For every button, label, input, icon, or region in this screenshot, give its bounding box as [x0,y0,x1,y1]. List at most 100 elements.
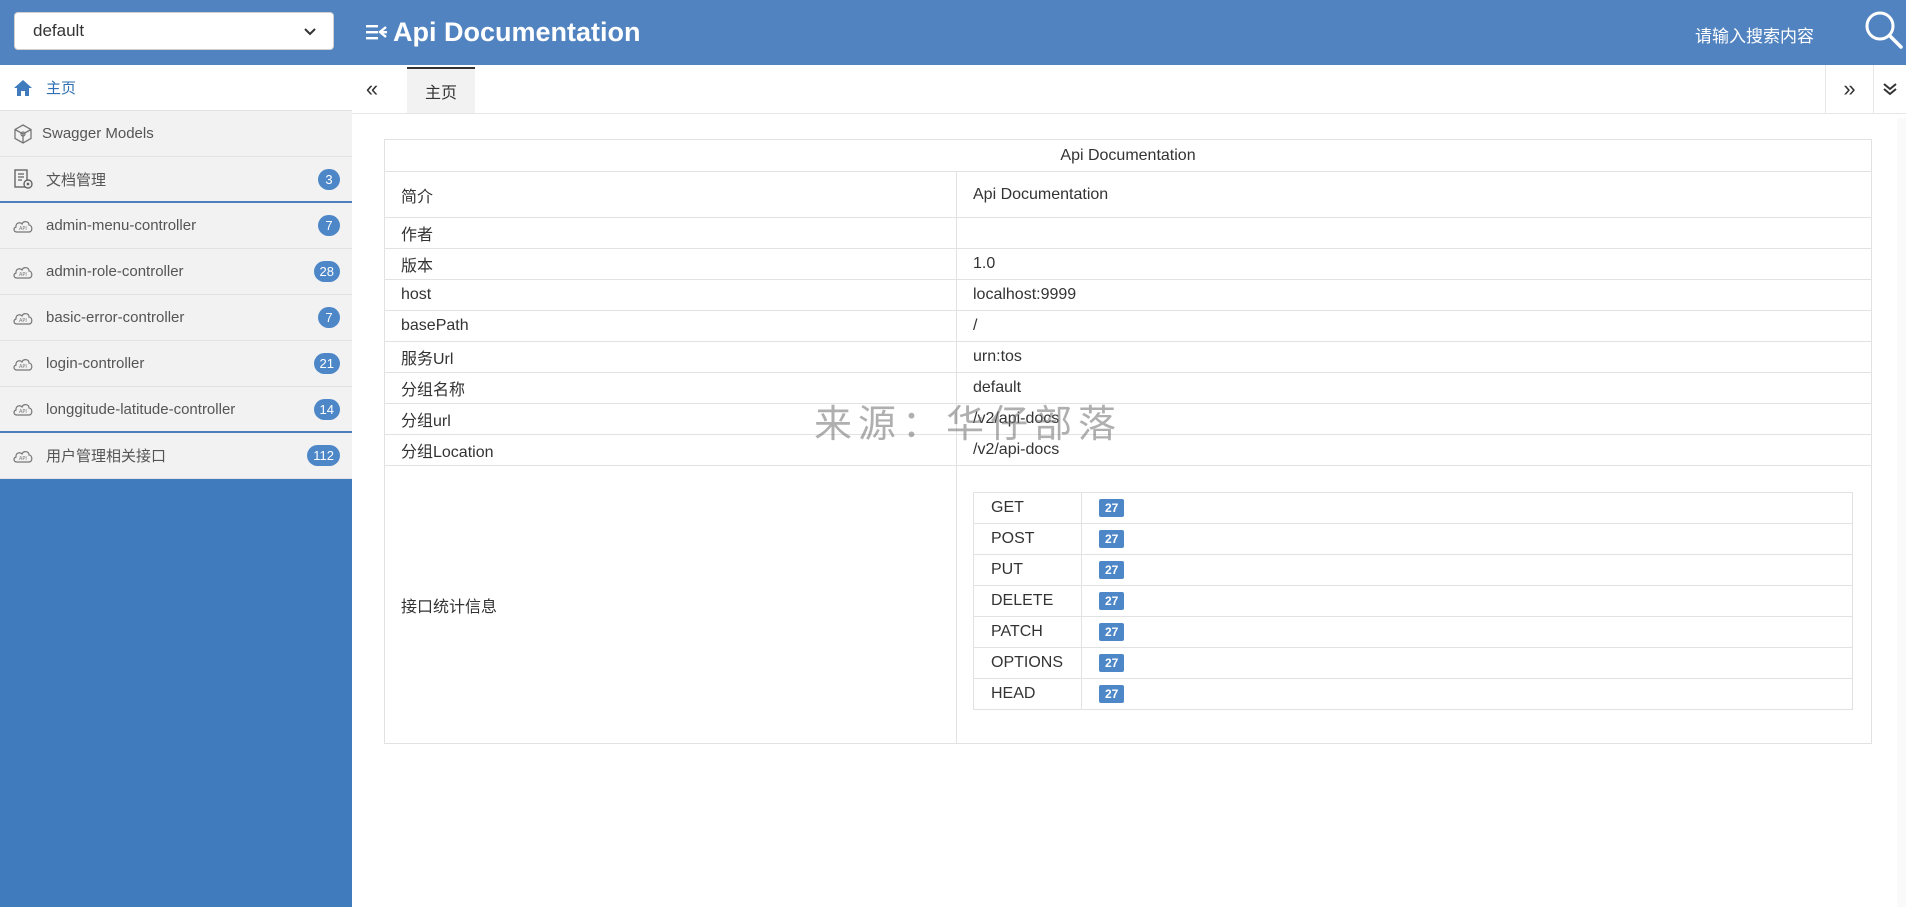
search-icon[interactable] [1862,8,1904,50]
sidebar-item-admin-menu-controller[interactable]: API admin-menu-controller 7 [0,203,352,249]
method-count-cell: 27 [1081,491,1853,524]
sidebar-item-basic-error-controller[interactable]: API basic-error-controller 7 [0,295,352,341]
info-key: host [384,279,957,311]
count-badge: 21 [313,353,340,374]
count-badge: 7 [318,307,340,328]
info-value: / [956,310,1872,342]
tab-home[interactable]: 主页 [407,67,476,113]
count-badge: 112 [307,445,340,466]
table-row: 分组url /v2/api-docs [384,403,1872,435]
count-badge: 27 [1099,684,1125,703]
info-value: Api Documentation [956,171,1872,218]
info-value [956,217,1872,249]
tab-bar: « 主页 » [352,65,1906,114]
api-cloud-icon: API [12,261,34,283]
method-count-cell: 27 [1081,522,1853,555]
brand: Api Documentation [365,14,641,50]
count-badge: 27 [1099,529,1125,548]
table-row: 服务Url urn:tos [384,341,1872,373]
table-row: PATCH 27 [973,615,1853,648]
table-row: HEAD 27 [973,677,1853,710]
table-row: 作者 [384,217,1872,249]
method-count-cell: 27 [1081,553,1853,586]
tab-scroll-left-button[interactable]: « [352,65,392,113]
method-name: PATCH [973,615,1082,648]
method-count-cell: 27 [1081,615,1853,648]
method-count-cell: 27 [1081,646,1853,679]
table-row: basePath / [384,310,1872,342]
group-select[interactable]: default [14,12,334,50]
info-value: urn:tos [956,341,1872,373]
method-name: DELETE [973,584,1082,617]
method-name: OPTIONS [973,646,1082,679]
info-key: 版本 [384,248,957,280]
stats-cell: GET 27 POST 27 PUT 27 DELETE 27 PATCH 27 OPTI… [956,465,1872,744]
sidebar-item-swagger-models[interactable]: Swagger Models [0,111,352,157]
api-cloud-icon: API [12,215,34,237]
sidebar-item-label: login-controller [46,355,145,372]
tab-menu-button[interactable] [1873,65,1906,113]
sidebar-item-longgitude-latitude-controller[interactable]: API longgitude-latitude-controller 14 [0,387,352,433]
sidebar-item-label: Swagger Models [42,125,154,142]
search-input[interactable]: 请输入搜索内容 [1695,22,1814,47]
info-key: 简介 [384,171,957,218]
tab-scroll-right-button[interactable]: » [1825,65,1873,113]
count-badge: 7 [318,215,340,236]
info-value: default [956,372,1872,404]
method-name: HEAD [973,677,1082,710]
svg-text:API: API [19,364,27,370]
info-table-title: Api Documentation [384,139,1872,172]
group-select-value: default [33,21,85,40]
api-cloud-icon: API [12,398,34,420]
info-value: /v2/api-docs [956,403,1872,435]
count-badge: 27 [1099,498,1125,517]
count-badge: 28 [313,261,340,282]
sidebar-item-doc-management[interactable]: 文档管理 3 [0,157,352,203]
count-badge: 27 [1099,591,1125,610]
sidebar-menu: 主页 Swagger Models 文档管理 3 API admin-menu-… [0,65,352,479]
api-cloud-icon: API [12,445,34,467]
table-row: DELETE 27 [973,584,1853,617]
sidebar-item-admin-role-controller[interactable]: API admin-role-controller 28 [0,249,352,295]
method-name: PUT [973,553,1082,586]
api-cloud-icon: API [12,307,34,329]
models-icon [12,123,34,145]
main-content: Api Documentation 简介 Api Documentation 作… [384,139,1872,744]
svg-text:API: API [19,318,27,324]
count-badge: 14 [313,399,340,420]
method-name: GET [973,491,1082,524]
info-key: 作者 [384,217,957,249]
sidebar-item-label: admin-role-controller [46,263,184,280]
double-chevron-down-icon [1883,83,1897,96]
count-badge: 27 [1099,622,1125,641]
table-row: POST 27 [973,522,1853,555]
method-stats-table: GET 27 POST 27 PUT 27 DELETE 27 PATCH 27 OPTI… [973,491,1853,710]
table-row: 分组Location /v2/api-docs [384,434,1872,466]
info-value: /v2/api-docs [956,434,1872,466]
sidebar-item-label: admin-menu-controller [46,217,197,234]
stats-wrapper: GET 27 POST 27 PUT 27 DELETE 27 PATCH 27 OPTI… [973,468,1855,742]
svg-text:API: API [19,409,27,415]
table-row: host localhost:9999 [384,279,1872,311]
count-badge: 27 [1099,560,1125,579]
sidebar-item-login-controller[interactable]: API login-controller 21 [0,341,352,387]
svg-text:API: API [19,226,27,232]
info-key: 分组Location [384,434,957,466]
method-count-cell: 27 [1081,677,1853,710]
home-icon [12,77,34,99]
table-row: 分组名称 default [384,372,1872,404]
scrollbar[interactable] [1897,118,1906,907]
table-row: GET 27 [973,491,1853,524]
sidebar-item-label: 用户管理相关接口 [46,448,167,465]
api-info-table: Api Documentation 简介 Api Documentation 作… [384,139,1872,744]
sidebar-item-home[interactable]: 主页 [0,65,352,111]
sidebar-item-label: 主页 [46,80,77,97]
sidebar-item-label: basic-error-controller [46,309,185,326]
menu-toggle-icon[interactable] [365,21,387,43]
sidebar: 主页 Swagger Models 文档管理 3 API admin-menu-… [0,65,352,907]
table-row: PUT 27 [973,553,1853,586]
info-key: 分组名称 [384,372,957,404]
sidebar-item-user-management[interactable]: API 用户管理相关接口 112 [0,433,352,479]
info-key: 分组url [384,403,957,435]
svg-text:API: API [19,456,27,462]
